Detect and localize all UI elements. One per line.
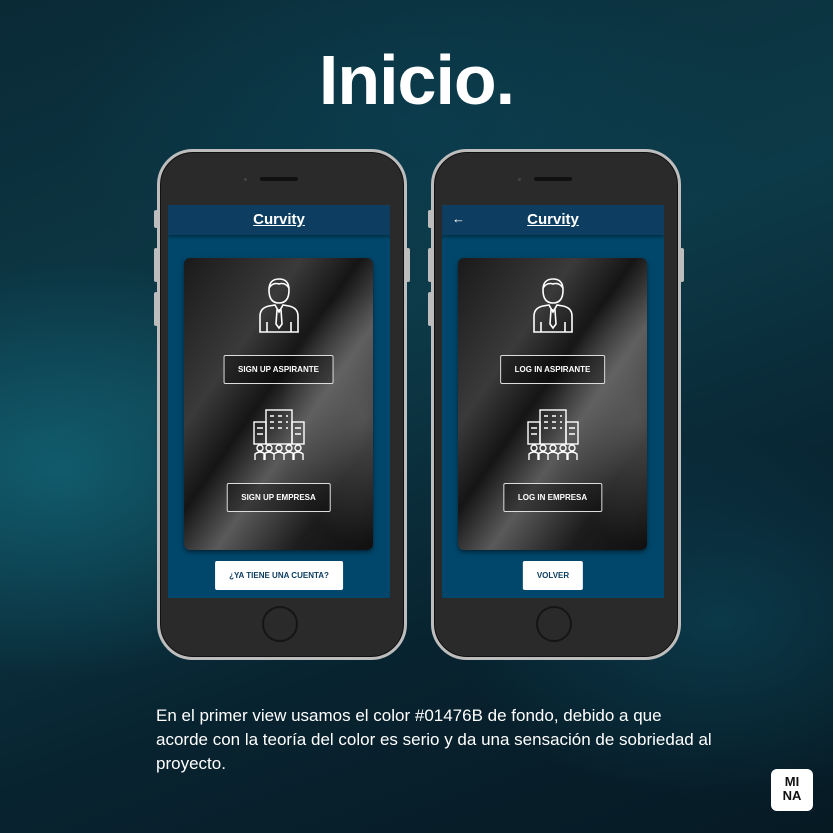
logo-line-2: NA — [782, 788, 802, 803]
power-button — [680, 248, 684, 282]
log-in-aspirante-button[interactable]: LOG IN ASPIRANTE — [499, 355, 606, 384]
mute-switch — [428, 210, 432, 228]
power-button — [406, 248, 410, 282]
home-button — [262, 606, 298, 642]
earpiece-speaker — [260, 177, 298, 181]
company-building-icon — [526, 409, 579, 460]
already-have-account-button[interactable]: ¿YA TIENE UNA CUENTA? — [215, 561, 343, 590]
volume-down-button — [154, 292, 158, 326]
app-bar: ← Curvity — [442, 205, 664, 235]
mute-switch — [154, 210, 158, 228]
description-text: En el primer view usamos el color #01476… — [156, 706, 712, 773]
logo-line-1: MI — [784, 774, 800, 789]
mina-logo: MI NA — [771, 769, 813, 811]
app-screen-login: ← Curvity LOG IN ASPIRANTE LOG IN EMPRES… — [442, 205, 664, 598]
front-camera — [518, 178, 521, 181]
home-button — [536, 606, 572, 642]
brand-title: Curvity — [527, 211, 579, 228]
brand-title: Curvity — [253, 211, 305, 228]
signup-card: SIGN UP ASPIRANTE SIGN UP EMPRESA — [184, 258, 373, 550]
earpiece-speaker — [534, 177, 572, 181]
volume-up-button — [428, 248, 432, 282]
page-title: Inicio. — [318, 41, 515, 119]
volume-up-button — [154, 248, 158, 282]
sign-up-empresa-button[interactable]: SIGN UP EMPRESA — [226, 483, 331, 512]
person-icon — [532, 278, 573, 333]
app-screen-signup: Curvity SIGN UP ASPIRANTE SIGN UP EMPRES… — [168, 205, 390, 598]
sign-up-aspirante-button[interactable]: SIGN UP ASPIRANTE — [223, 355, 334, 384]
front-camera — [244, 178, 247, 181]
login-card: LOG IN ASPIRANTE LOG IN EMPRESA — [458, 258, 647, 550]
phone-mockup-login: ← Curvity LOG IN ASPIRANTE LOG IN EMPRES… — [428, 149, 684, 660]
volver-button[interactable]: VOLVER — [522, 561, 584, 590]
volume-down-button — [428, 292, 432, 326]
company-building-icon — [252, 409, 305, 460]
phone-mockup-signup: Curvity SIGN UP ASPIRANTE SIGN UP EMPRES… — [154, 149, 410, 660]
app-bar: Curvity — [168, 205, 390, 235]
log-in-empresa-button[interactable]: LOG IN EMPRESA — [502, 483, 603, 512]
person-icon — [258, 278, 299, 333]
